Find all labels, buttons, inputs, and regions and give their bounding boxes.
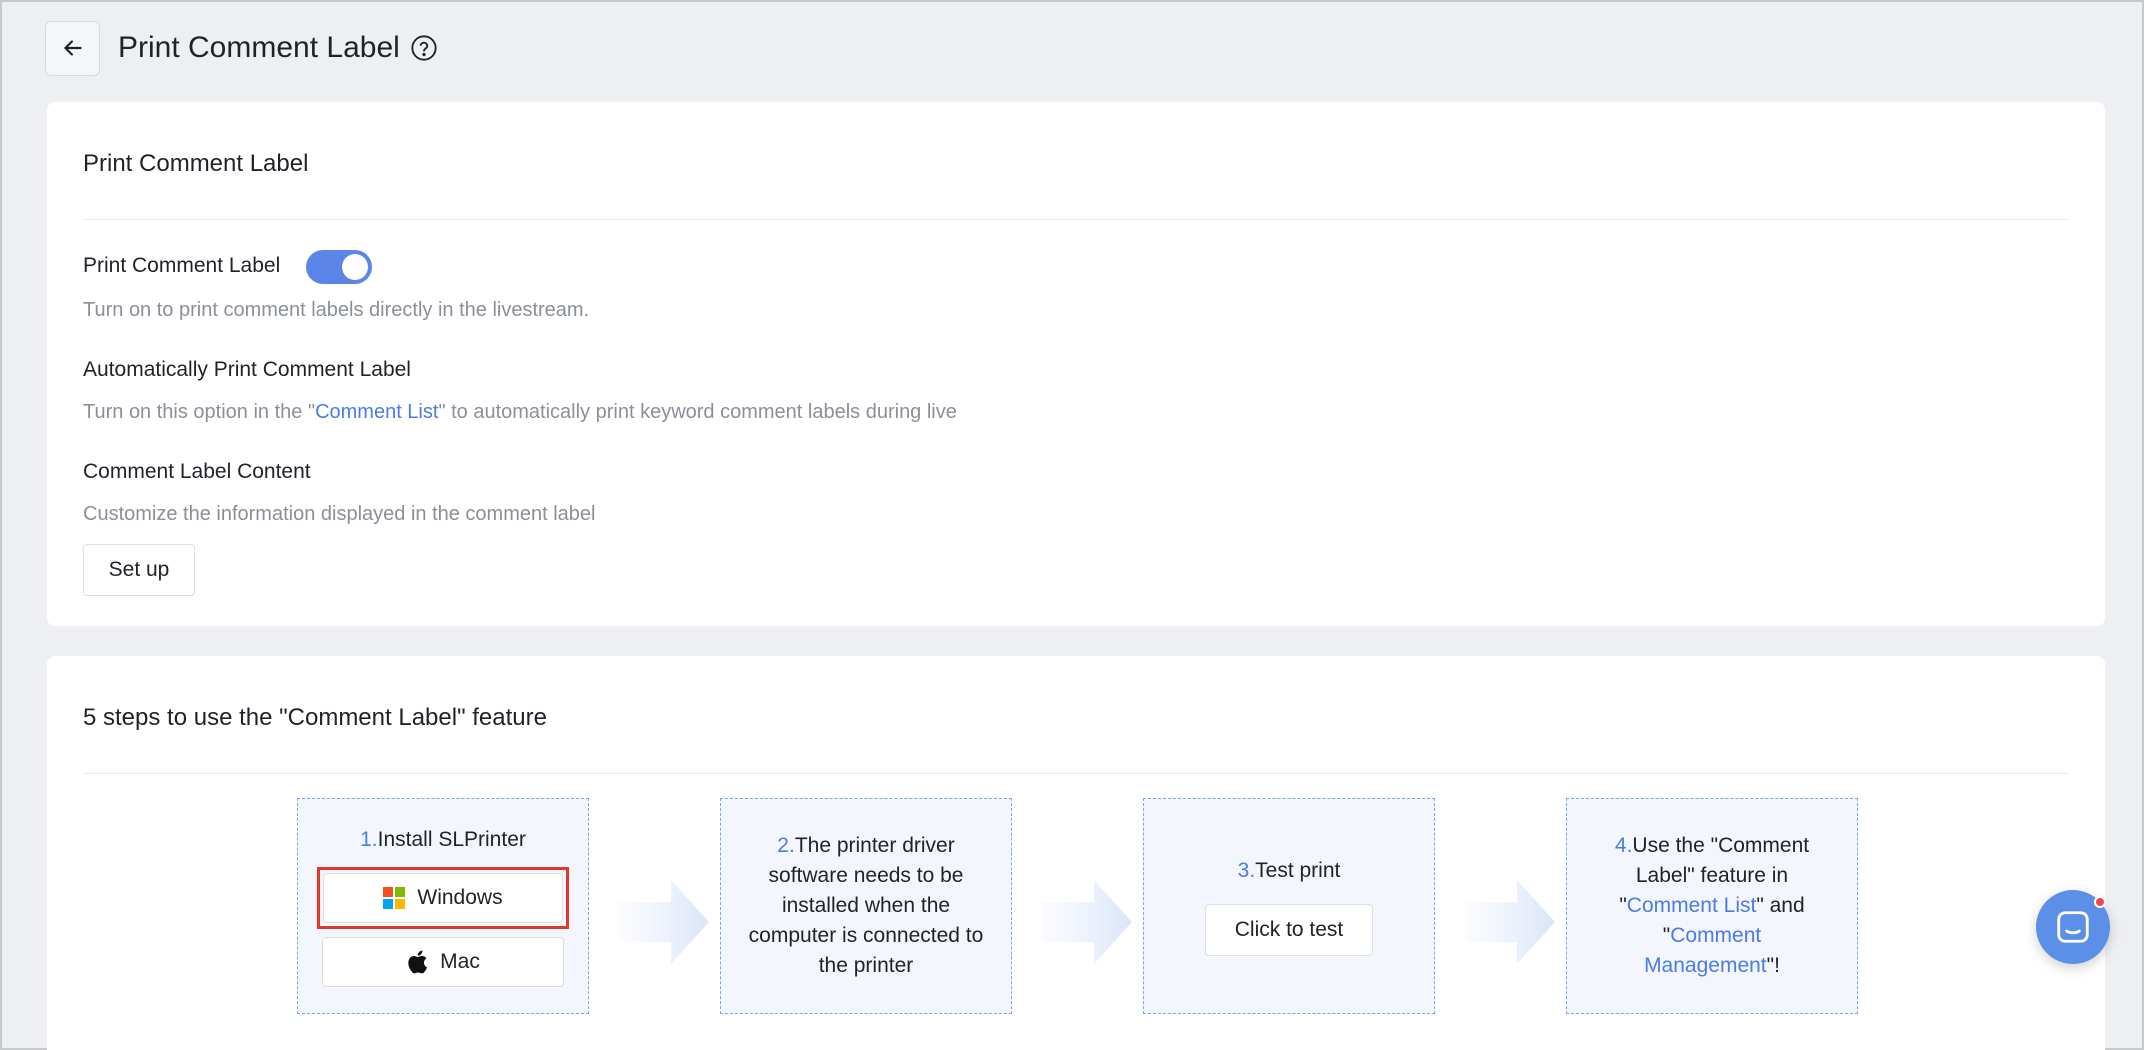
print-comment-label-toggle[interactable] [306, 250, 372, 284]
windows-icon [383, 887, 406, 909]
comment-list-link[interactable]: Comment List [315, 401, 438, 423]
mac-label: Mac [440, 950, 480, 973]
step-1-number: 1. [360, 828, 378, 851]
auto-print-label: Automatically Print Comment Label [83, 358, 411, 381]
step-1-heading: 1.Install SLPrinter [360, 825, 526, 855]
windows-download-button[interactable]: Windows [323, 873, 563, 923]
setup-button[interactable]: Set up [83, 544, 195, 596]
chevron-arrow-icon [1042, 880, 1132, 964]
auto-print-description: Turn on this option in the "Comment List… [83, 401, 957, 424]
content-label: Comment Label Content [83, 460, 311, 483]
back-button[interactable] [45, 20, 100, 76]
click-to-test-button[interactable]: Click to test [1205, 904, 1373, 956]
step-3-heading: 3.Test print [1238, 856, 1341, 886]
settings-card-title: Print Comment Label [83, 150, 309, 177]
step-4-box: 4.Use the "Comment Label" feature in "Co… [1566, 798, 1858, 1014]
chevron-arrow-icon [619, 880, 709, 964]
auto-desc-suffix: " to automatically print keyword comment… [438, 401, 957, 423]
step-2-text-block: 2.The printer driver software needs to b… [747, 831, 985, 981]
page-header: Print Comment Label [45, 20, 438, 76]
step-3-number: 3. [1237, 859, 1256, 882]
page-title: Print Comment Label [118, 31, 400, 64]
step-4-number: 4. [1614, 834, 1633, 857]
help-circle-icon[interactable] [410, 34, 438, 62]
settings-card: Print Comment Label Print Comment Label … [47, 102, 2105, 626]
step-2-box: 2.The printer driver software needs to b… [720, 798, 1012, 1014]
divider [83, 773, 2069, 774]
toggle-description: Turn on to print comment labels directly… [83, 299, 590, 321]
content-description: Customize the information displayed in t… [83, 503, 596, 525]
chat-icon [2057, 911, 2089, 943]
chat-support-button[interactable] [2036, 890, 2110, 964]
auto-desc-prefix: Turn on this option in the " [83, 401, 316, 423]
steps-card: 5 steps to use the "Comment Label" featu… [47, 656, 2105, 1050]
back-arrow-icon [63, 40, 82, 56]
mac-download-button[interactable]: Mac [322, 937, 564, 987]
step-3-box: 3.Test print Click to test [1143, 798, 1435, 1014]
comment-list-link[interactable]: Comment List [1627, 894, 1757, 917]
windows-highlight: Windows [317, 867, 569, 929]
step-4-text-block: 4.Use the "Comment Label" feature in "Co… [1595, 831, 1829, 981]
step-1-text: Install SLPrinter [377, 828, 526, 851]
notification-dot [2094, 896, 2106, 908]
divider [83, 219, 2069, 220]
step-1-box: 1.Install SLPrinter Windows Mac [297, 798, 589, 1014]
toggle-knob [342, 254, 368, 280]
steps-card-title: 5 steps to use the "Comment Label" featu… [83, 704, 547, 731]
step-2-number: 2. [777, 834, 795, 857]
windows-label: Windows [417, 886, 503, 909]
chevron-arrow-icon [1465, 880, 1555, 964]
step-3-text: Test print [1255, 859, 1341, 882]
toggle-label: Print Comment Label [83, 254, 281, 277]
step-4-text-c: "! [1766, 954, 1780, 977]
apple-icon [406, 950, 428, 974]
